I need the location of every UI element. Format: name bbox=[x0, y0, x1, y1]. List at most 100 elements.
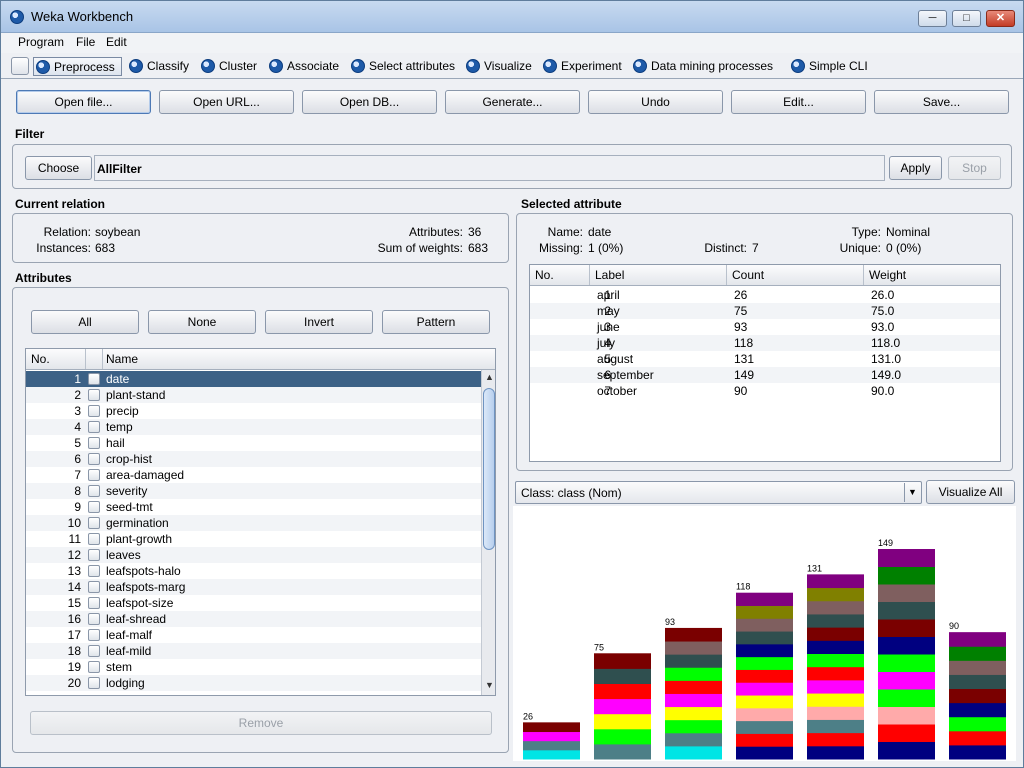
attribute-checkbox[interactable] bbox=[88, 437, 100, 449]
attribute-row[interactable]: 19 stem bbox=[26, 659, 481, 675]
apply-filter-button[interactable]: Apply bbox=[889, 156, 942, 180]
attribute-row-number: 8 bbox=[74, 484, 81, 498]
open-db-button[interactable]: Open DB... bbox=[302, 90, 437, 114]
attribute-row-number: 19 bbox=[67, 660, 81, 674]
attribute-row[interactable]: 18 leaf-mild bbox=[26, 643, 481, 659]
tab-visualize[interactable]: Visualize bbox=[464, 57, 532, 76]
workbench-icon[interactable] bbox=[11, 57, 29, 75]
open-file-button[interactable]: Open file... bbox=[16, 90, 151, 114]
bar-segment bbox=[736, 631, 793, 645]
value-row[interactable]: 3 june 93 93.0 bbox=[530, 319, 1000, 335]
tab-associate[interactable]: Associate bbox=[267, 57, 339, 76]
attribute-row[interactable]: 5 hail bbox=[26, 435, 481, 451]
open-url-button[interactable]: Open URL... bbox=[159, 90, 294, 114]
attribute-row[interactable]: 9 seed-tmt bbox=[26, 499, 481, 515]
edit-button[interactable]: Edit... bbox=[731, 90, 866, 114]
col-name-header[interactable]: Name bbox=[106, 352, 138, 366]
attribute-row[interactable]: 10 germination bbox=[26, 515, 481, 531]
menu-file[interactable]: File bbox=[76, 35, 95, 49]
attribute-row[interactable]: 13 leafspots-halo bbox=[26, 563, 481, 579]
attribute-checkbox[interactable] bbox=[88, 517, 100, 529]
attribute-checkbox[interactable] bbox=[88, 661, 100, 673]
scroll-up-icon[interactable]: ▲ bbox=[485, 372, 494, 382]
menu-edit[interactable]: Edit bbox=[106, 35, 127, 49]
stop-filter-button[interactable]: Stop bbox=[948, 156, 1001, 180]
tab-cluster[interactable]: Cluster bbox=[199, 57, 257, 76]
visualize-all-button[interactable]: Visualize All bbox=[926, 480, 1015, 504]
tab-select-attributes[interactable]: Select attributes bbox=[349, 57, 455, 76]
attribute-checkbox[interactable] bbox=[88, 373, 100, 385]
attribute-row[interactable]: 6 crop-hist bbox=[26, 451, 481, 467]
value-row[interactable]: 1 april 26 26.0 bbox=[530, 287, 1000, 303]
class-distribution-chart: 26 75 93 118 131 149 90 bbox=[513, 506, 1016, 761]
value-row[interactable]: 4 july 118 118.0 bbox=[530, 335, 1000, 351]
attribute-checkbox[interactable] bbox=[88, 389, 100, 401]
pattern-button[interactable]: Pattern bbox=[382, 310, 490, 334]
attribute-checkbox[interactable] bbox=[88, 549, 100, 561]
tab-preprocess[interactable]: Preprocess bbox=[33, 57, 122, 76]
attribute-row[interactable]: 3 precip bbox=[26, 403, 481, 419]
tab-simple-cli[interactable]: Simple CLI bbox=[789, 57, 868, 76]
attribute-row[interactable]: 15 leafspot-size bbox=[26, 595, 481, 611]
tab-select-attributes-label: Select attributes bbox=[369, 59, 456, 73]
attribute-checkbox[interactable] bbox=[88, 469, 100, 481]
attribute-checkbox[interactable] bbox=[88, 629, 100, 641]
attribute-checkbox[interactable] bbox=[88, 405, 100, 417]
chevron-down-icon[interactable]: ▼ bbox=[904, 483, 920, 502]
attribute-row[interactable]: 14 leafspots-marg bbox=[26, 579, 481, 595]
close-button[interactable]: ✕ bbox=[986, 10, 1015, 27]
filter-field[interactable]: AllFilter bbox=[94, 155, 885, 181]
attribute-row[interactable]: 17 leaf-malf bbox=[26, 627, 481, 643]
generate-button[interactable]: Generate... bbox=[445, 90, 580, 114]
value-row[interactable]: 5 august 131 131.0 bbox=[530, 351, 1000, 367]
values-col-count-header[interactable]: Count bbox=[732, 268, 764, 282]
attribute-row[interactable]: 8 severity bbox=[26, 483, 481, 499]
scroll-thumb[interactable] bbox=[483, 388, 495, 550]
tab-classify[interactable]: Classify bbox=[127, 57, 189, 76]
attribute-row[interactable]: 11 plant-growth bbox=[26, 531, 481, 547]
attribute-checkbox[interactable] bbox=[88, 485, 100, 497]
attributes-scrollbar[interactable]: ▲ ▼ bbox=[481, 370, 495, 695]
invert-selection-button[interactable]: Invert bbox=[265, 310, 373, 334]
choose-filter-button[interactable]: Choose bbox=[25, 156, 92, 180]
attribute-checkbox[interactable] bbox=[88, 645, 100, 657]
attribute-checkbox[interactable] bbox=[88, 677, 100, 689]
attribute-checkbox[interactable] bbox=[88, 597, 100, 609]
attribute-checkbox[interactable] bbox=[88, 421, 100, 433]
bar-segment bbox=[736, 695, 793, 709]
attribute-row[interactable]: 20 lodging bbox=[26, 675, 481, 691]
remove-button[interactable]: Remove bbox=[30, 711, 492, 735]
bar-segment bbox=[807, 666, 864, 681]
attribute-row[interactable]: 16 leaf-shread bbox=[26, 611, 481, 627]
scroll-down-icon[interactable]: ▼ bbox=[485, 680, 494, 690]
values-col-label-header[interactable]: Label bbox=[595, 268, 624, 282]
attribute-checkbox[interactable] bbox=[88, 453, 100, 465]
preprocess-tab-icon bbox=[36, 60, 50, 74]
tab-data-mining-processes[interactable]: Data mining processes bbox=[631, 57, 773, 76]
select-none-button[interactable]: None bbox=[148, 310, 256, 334]
value-row[interactable]: 6 september 149 149.0 bbox=[530, 367, 1000, 383]
value-row[interactable]: 2 may 75 75.0 bbox=[530, 303, 1000, 319]
attribute-checkbox[interactable] bbox=[88, 613, 100, 625]
attribute-row[interactable]: 4 temp bbox=[26, 419, 481, 435]
values-col-no-header[interactable]: No. bbox=[535, 268, 554, 282]
menu-program[interactable]: Program bbox=[18, 35, 64, 49]
attribute-row[interactable]: 12 leaves bbox=[26, 547, 481, 563]
save-button[interactable]: Save... bbox=[874, 90, 1009, 114]
maximize-button[interactable]: □ bbox=[952, 10, 981, 27]
attribute-checkbox[interactable] bbox=[88, 581, 100, 593]
undo-button[interactable]: Undo bbox=[588, 90, 723, 114]
tab-experiment[interactable]: Experiment bbox=[541, 57, 622, 76]
minimize-button[interactable]: ─ bbox=[918, 10, 947, 27]
attribute-checkbox[interactable] bbox=[88, 533, 100, 545]
col-no-header[interactable]: No. bbox=[31, 352, 50, 366]
values-col-weight-header[interactable]: Weight bbox=[869, 268, 906, 282]
attribute-checkbox[interactable] bbox=[88, 501, 100, 513]
attribute-checkbox[interactable] bbox=[88, 565, 100, 577]
attribute-row[interactable]: 1 date bbox=[26, 371, 481, 387]
attribute-row[interactable]: 2 plant-stand bbox=[26, 387, 481, 403]
class-select[interactable]: Class: class (Nom) ▼ bbox=[515, 481, 922, 504]
attribute-row[interactable]: 7 area-damaged bbox=[26, 467, 481, 483]
value-row[interactable]: 7 october 90 90.0 bbox=[530, 383, 1000, 399]
select-all-button[interactable]: All bbox=[31, 310, 139, 334]
